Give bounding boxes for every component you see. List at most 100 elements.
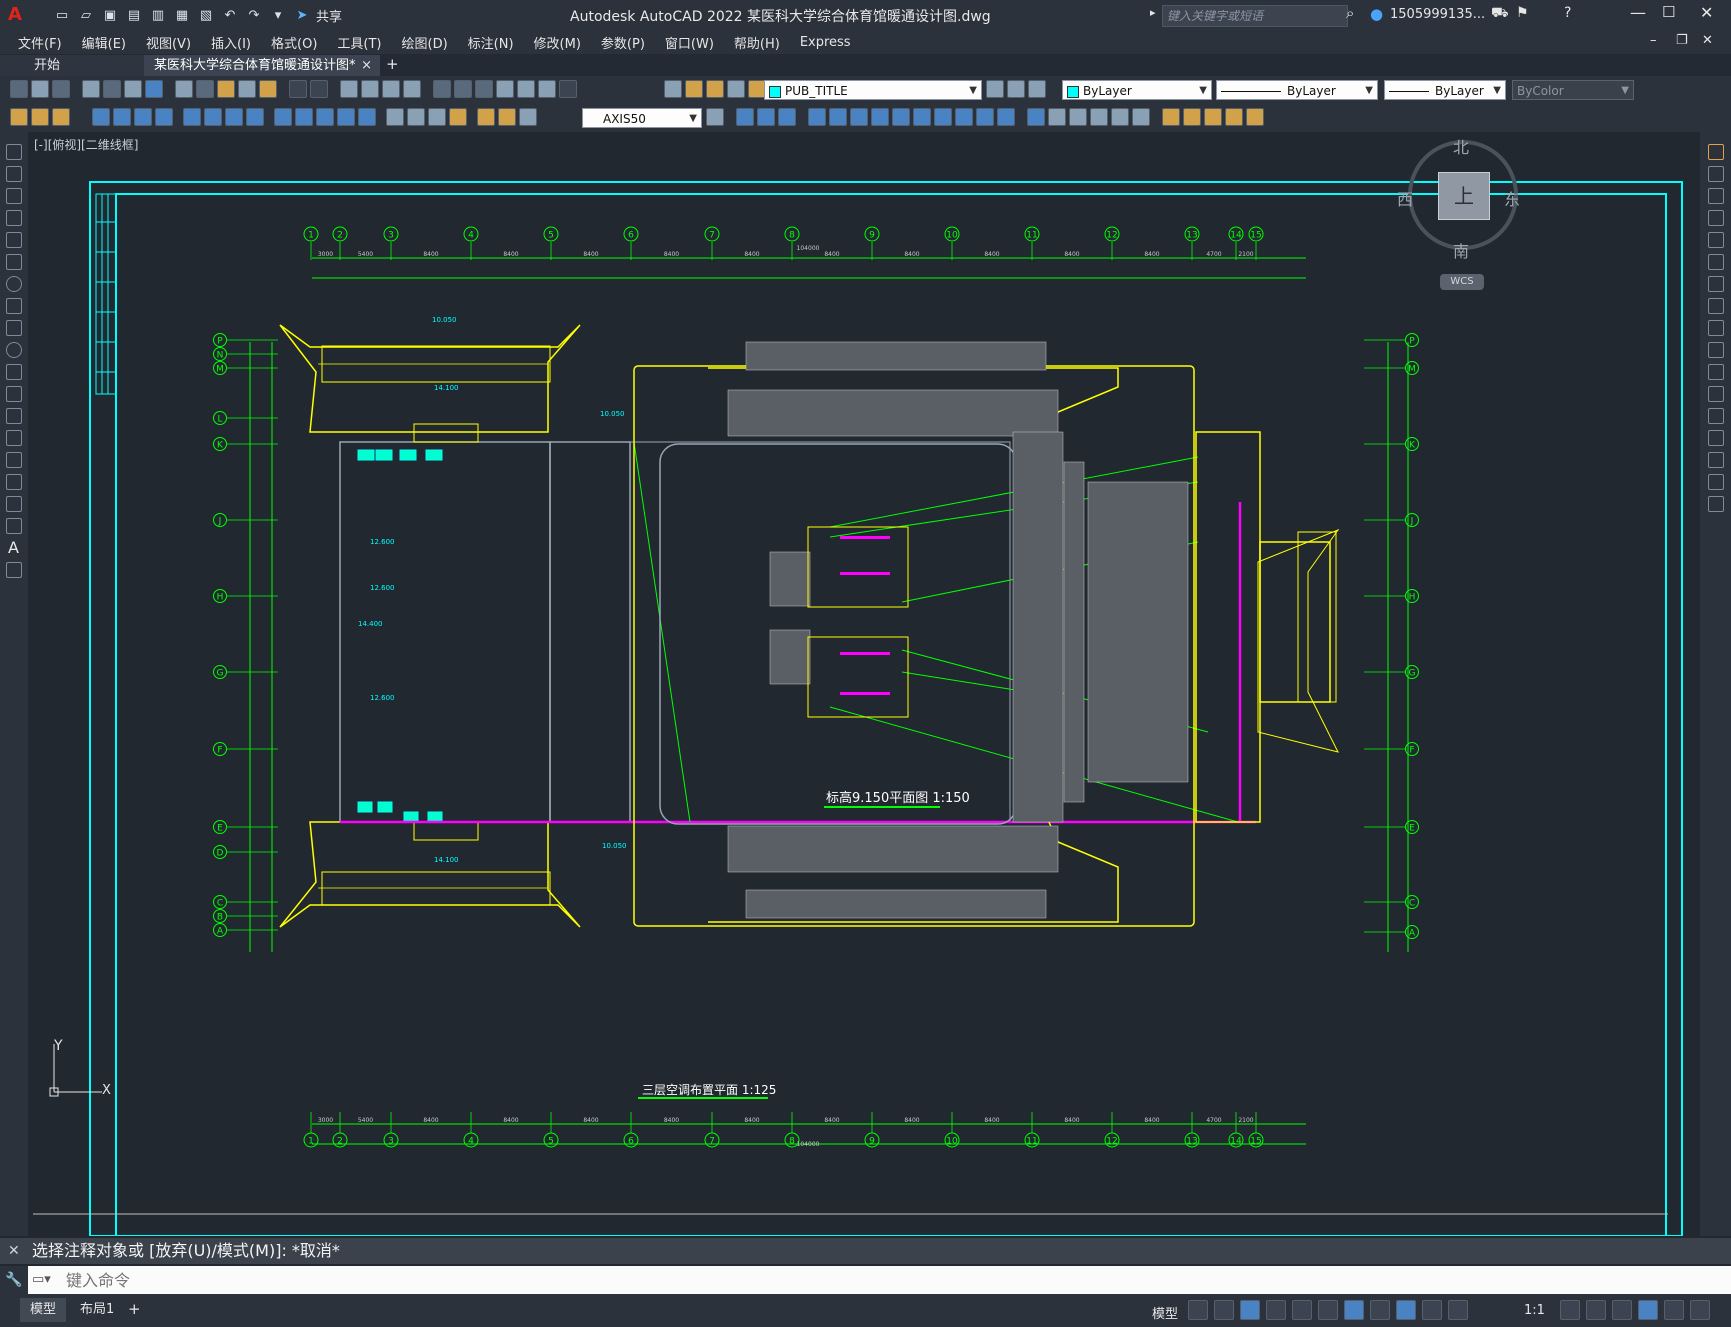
share-icon[interactable]: ➤	[292, 6, 312, 24]
layer-properties-icon[interactable]	[664, 80, 682, 98]
tolerance-icon[interactable]	[386, 108, 404, 126]
spline-edit-icon[interactable]	[1132, 108, 1150, 126]
menu-view[interactable]: 视图(V)	[136, 33, 201, 52]
cart-icon[interactable]: ⛟	[1491, 5, 1509, 23]
close-icon[interactable]: ×	[361, 55, 372, 76]
gear-icon[interactable]	[1560, 1300, 1580, 1320]
array-icon[interactable]	[808, 108, 826, 126]
clean-screen-icon[interactable]	[1664, 1300, 1684, 1320]
markup-icon[interactable]	[517, 80, 535, 98]
user-name[interactable]: 1505999135...	[1390, 7, 1485, 22]
rectangle-icon[interactable]	[6, 232, 22, 248]
insert-icon[interactable]	[6, 386, 22, 402]
jogged-linear-icon[interactable]	[449, 108, 467, 126]
point-icon[interactable]	[6, 430, 22, 446]
trim-palette-icon[interactable]	[1708, 342, 1724, 358]
new-tab-icon[interactable]: +	[386, 55, 399, 73]
angular-icon[interactable]	[246, 108, 264, 126]
dim-edit-icon[interactable]	[477, 108, 495, 126]
tab-document[interactable]: 某医科大学综合体育馆暖通设计图* ×	[144, 55, 380, 76]
chamfer-palette-icon[interactable]	[1708, 430, 1724, 446]
annotation-scale-icon[interactable]	[1448, 1300, 1468, 1320]
spline-icon[interactable]	[6, 320, 22, 336]
tool-b-icon[interactable]	[31, 108, 49, 126]
redo-tool-icon[interactable]	[310, 80, 328, 98]
plot-icon[interactable]: ▧	[196, 6, 216, 24]
menu-help[interactable]: 帮助(H)	[724, 33, 790, 52]
redo-icon[interactable]: ↷	[244, 6, 264, 24]
doc-close-icon[interactable]: ✕	[1702, 33, 1713, 48]
menu-window[interactable]: 窗口(W)	[655, 33, 724, 52]
search-icon[interactable]: ⌕	[1346, 4, 1354, 22]
space-icon[interactable]	[337, 108, 355, 126]
close-window-icon[interactable]: ✕	[1700, 3, 1713, 22]
help-icon[interactable]: ?	[1564, 5, 1571, 21]
ordinate-icon[interactable]	[155, 108, 173, 126]
mirror-icon[interactable]	[757, 108, 775, 126]
add-selected-icon[interactable]	[6, 562, 22, 578]
break-icon[interactable]	[358, 108, 376, 126]
menu-insert[interactable]: 插入(I)	[201, 33, 261, 52]
ucs-icon[interactable]	[1246, 108, 1264, 126]
layer-freeze-icon[interactable]	[727, 80, 745, 98]
pan-icon[interactable]	[340, 80, 358, 98]
trim-icon[interactable]	[913, 108, 931, 126]
viewcube-top-face[interactable]: 上	[1438, 172, 1490, 220]
menu-express[interactable]: Express	[790, 35, 861, 50]
copy-icon[interactable]	[196, 80, 214, 98]
diameter-icon[interactable]	[225, 108, 243, 126]
color-dropdown[interactable]: ByLayer ▼	[1062, 80, 1212, 100]
tab-start[interactable]: 开始	[0, 55, 150, 76]
save-as-icon[interactable]: ▤	[124, 6, 144, 24]
lightbulb-icon[interactable]	[685, 80, 703, 98]
auto-scale-icon[interactable]	[1422, 1300, 1442, 1320]
zoom-previous-icon[interactable]	[403, 80, 421, 98]
layer-state-icon[interactable]	[1028, 80, 1046, 98]
paste-icon[interactable]	[217, 80, 235, 98]
customization-icon[interactable]	[1690, 1300, 1710, 1320]
layer-previous-icon[interactable]	[1007, 80, 1025, 98]
erase-icon[interactable]	[1069, 108, 1087, 126]
insert-block-icon[interactable]	[1162, 108, 1180, 126]
revcloud-icon[interactable]	[6, 298, 22, 314]
dim-style-icon[interactable]	[706, 108, 724, 126]
arc-length-icon[interactable]	[134, 108, 152, 126]
grid-icon[interactable]	[1188, 1300, 1208, 1320]
lineweight-dropdown[interactable]: ByLayer ▼	[1384, 80, 1506, 100]
menu-edit[interactable]: 编辑(E)	[72, 33, 136, 52]
layer-dropdown[interactable]: PUB_TITLE ▼	[764, 80, 982, 100]
customize-icon[interactable]: 🔧	[0, 1266, 28, 1294]
explode-icon[interactable]	[1048, 108, 1066, 126]
polyline-icon[interactable]	[6, 188, 22, 204]
dim-update-icon[interactable]	[519, 108, 537, 126]
jogged-icon[interactable]	[204, 108, 222, 126]
snap-icon[interactable]	[1214, 1300, 1234, 1320]
pedit-icon[interactable]	[1111, 108, 1129, 126]
save-tool-icon[interactable]	[52, 80, 70, 98]
chamfer-icon[interactable]	[997, 108, 1015, 126]
fillet-icon[interactable]	[1027, 108, 1045, 126]
zoom-realtime-icon[interactable]	[361, 80, 379, 98]
calculator-icon[interactable]	[538, 80, 556, 98]
draworder-icon[interactable]	[1090, 108, 1108, 126]
minimize-icon[interactable]: —	[1630, 3, 1646, 22]
ortho-icon[interactable]	[1240, 1300, 1260, 1320]
object-snap-tracking-icon[interactable]	[1318, 1300, 1338, 1320]
table-icon[interactable]	[6, 518, 22, 534]
customize-dropdown-icon[interactable]: ▾	[268, 6, 288, 24]
maximize-icon[interactable]: ☐	[1662, 3, 1675, 21]
share-label[interactable]: 共享	[316, 6, 342, 25]
gradient-icon[interactable]	[6, 474, 22, 490]
isolate-icon[interactable]	[1612, 1300, 1632, 1320]
block-editor-icon[interactable]	[259, 80, 277, 98]
sun-icon[interactable]	[706, 80, 724, 98]
chevron-right-icon[interactable]: ▸	[1150, 6, 1156, 19]
break-palette-icon[interactable]	[1708, 386, 1724, 402]
copy-modify-icon[interactable]	[736, 108, 754, 126]
design-center-icon[interactable]	[454, 80, 472, 98]
construction-line-icon[interactable]	[6, 166, 22, 182]
region-icon[interactable]	[6, 496, 22, 512]
fillet-palette-icon[interactable]	[1708, 452, 1724, 468]
properties-icon[interactable]	[433, 80, 451, 98]
blend-palette-icon[interactable]	[1708, 474, 1724, 490]
